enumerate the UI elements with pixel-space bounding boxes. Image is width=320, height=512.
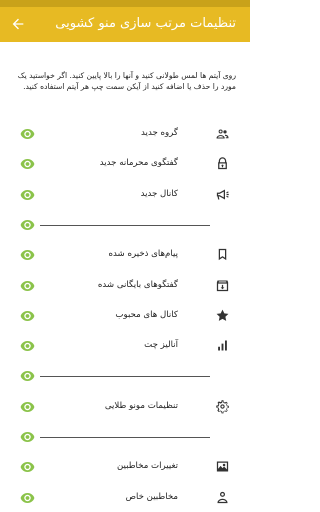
divider-row[interactable]: [0, 423, 250, 453]
visibility-eye-icon[interactable]: [20, 401, 35, 413]
drawer-item-row[interactable]: تنظیمات مونو طلایی: [0, 393, 250, 423]
group-icon: [216, 129, 229, 139]
drawer-item-label: آنالیز چت: [144, 340, 178, 351]
visibility-eye-icon[interactable]: [20, 249, 35, 261]
drawer-item-row[interactable]: آنالیز چت: [0, 332, 250, 362]
divider-row[interactable]: [0, 362, 250, 392]
drawer-item-label: تنظیمات مونو طلایی: [104, 400, 178, 411]
drawer-item-label: مخاطبین خاص: [125, 491, 178, 502]
person-icon: [217, 491, 228, 503]
drawer-item-label: کانال جدید: [140, 188, 178, 199]
drawer-item-row[interactable]: گفتگوهای بایگانی شده: [0, 272, 250, 302]
visibility-eye-icon[interactable]: [20, 280, 35, 292]
drawer-item-label: گروه جدید: [141, 128, 178, 138]
drawer-item-row[interactable]: تغییرات مخاطبین: [0, 453, 250, 483]
app-bar: تنظیمات مرتب سازی منو کشویی: [0, 7, 250, 42]
visibility-eye-icon[interactable]: [20, 158, 35, 170]
visibility-eye-icon[interactable]: [20, 219, 35, 231]
drawer-item-row[interactable]: گروه جدید: [0, 120, 250, 150]
divider-line: [40, 437, 210, 438]
divider-row[interactable]: [0, 211, 250, 241]
star-icon: [216, 309, 229, 321]
visibility-eye-icon[interactable]: [20, 461, 35, 473]
visibility-eye-icon[interactable]: [20, 310, 35, 322]
drawer-item-label: گفتگوهای بایگانی شده: [97, 279, 178, 290]
bar-chart-icon: [218, 340, 227, 351]
visibility-eye-icon[interactable]: [20, 492, 35, 504]
drawer-item-label: کانال های محبوب: [115, 309, 178, 320]
lock-icon: [218, 157, 227, 170]
visibility-eye-icon[interactable]: [20, 189, 35, 201]
visibility-eye-icon[interactable]: [20, 431, 35, 443]
back-arrow-icon[interactable]: [10, 16, 26, 32]
megaphone-icon: [216, 189, 229, 200]
gear-icon: [216, 399, 229, 414]
page-title: تنظیمات مرتب سازی منو کشویی: [55, 16, 236, 31]
drawer-item-row[interactable]: کانال جدید: [0, 181, 250, 211]
visibility-eye-icon[interactable]: [20, 340, 35, 352]
bookmark-icon: [218, 249, 227, 261]
drawer-item-row[interactable]: کانال های محبوب: [0, 302, 250, 332]
archive-icon: [216, 280, 229, 291]
image-icon: [216, 461, 229, 472]
visibility-eye-icon[interactable]: [20, 370, 35, 382]
visibility-eye-icon[interactable]: [20, 128, 35, 140]
instructions-text: روی آیتم ها لمس طولانی کنید و آنها را با…: [17, 71, 236, 91]
status-bar: [0, 0, 250, 7]
drawer-item-label: گفتگوی محرمانه جدید: [99, 158, 178, 169]
divider-line: [40, 224, 210, 226]
drawer-item-label: پیام‌های ذخیره شده: [108, 249, 178, 260]
drawer-item-label: تغییرات مخاطبین: [116, 461, 178, 472]
drawer-item-row[interactable]: پیام‌های ذخیره شده: [0, 241, 250, 271]
drawer-item-row[interactable]: گفتگوی محرمانه جدید: [0, 150, 250, 180]
drawer-item-row[interactable]: مخاطبین خاص: [0, 484, 250, 512]
divider-line: [40, 376, 210, 378]
